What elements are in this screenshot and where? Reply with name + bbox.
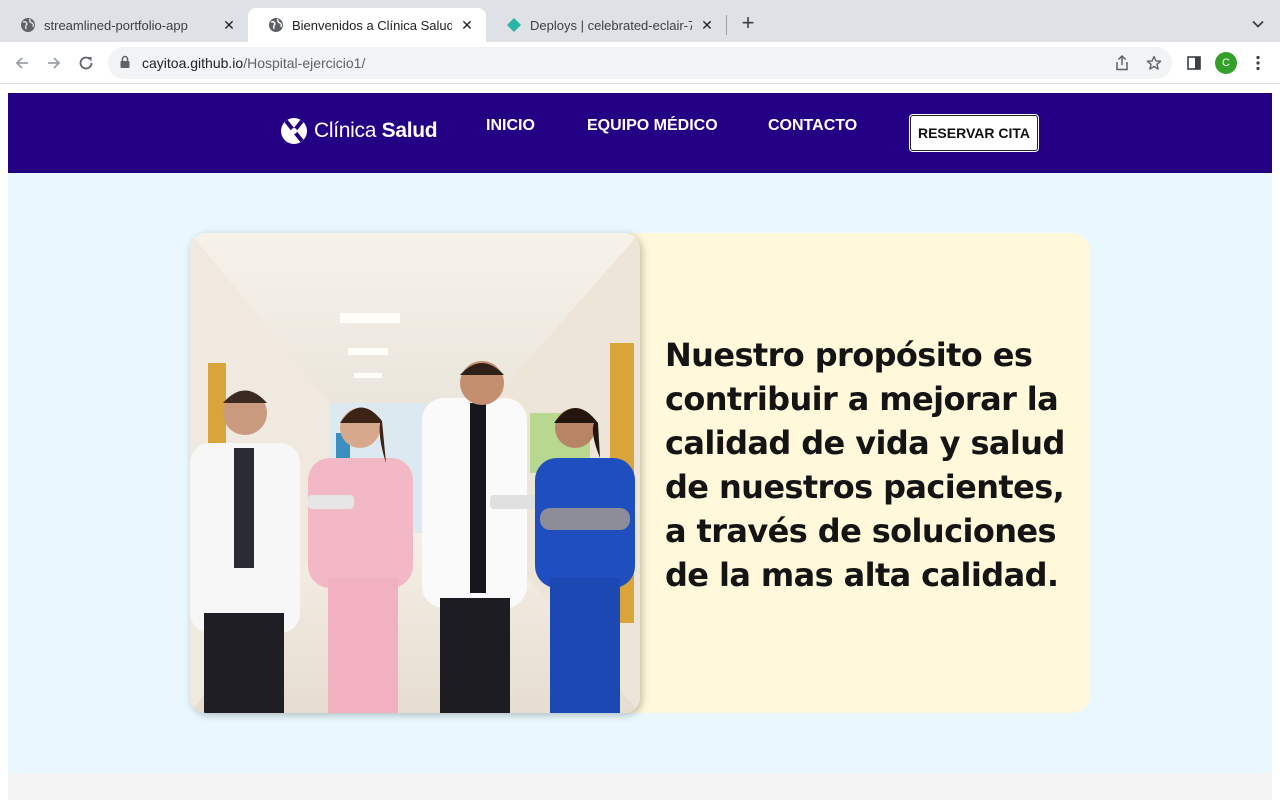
forward-arrow-icon[interactable] xyxy=(42,51,66,75)
bookmark-star-icon[interactable] xyxy=(1145,54,1163,72)
nav-link-contacto[interactable]: CONTACTO xyxy=(768,117,857,135)
tab-streamlined-portfolio[interactable]: streamlined-portfolio-app ✕ xyxy=(0,8,248,42)
logo-text-bold: Salud xyxy=(381,119,438,142)
nav-link-inicio[interactable]: INICIO xyxy=(486,117,535,135)
more-menu-icon[interactable] xyxy=(1246,51,1270,75)
nav-link-equipo-medico[interactable]: EQUIPO MÉDICO xyxy=(587,117,718,135)
tab-title: Bienvenidos a Clínica Salud xyxy=(292,17,452,33)
tab-strip: streamlined-portfolio-app ✕ Bienvenidos … xyxy=(0,0,1280,42)
close-tab-icon[interactable]: ✕ xyxy=(698,16,716,34)
url-text: cayitoa.github.io/Hospital-ejercicio1/ xyxy=(142,55,365,71)
site-logo[interactable]: Clínica Salud xyxy=(280,115,438,147)
medical-team-photo xyxy=(190,233,640,713)
url-host: cayitoa.github.io xyxy=(142,55,244,71)
browser-toolbar: cayitoa.github.io/Hospital-ejercicio1/ C xyxy=(0,42,1280,84)
url-path: /Hospital-ejercicio1/ xyxy=(243,55,366,71)
reservar-cita-button[interactable]: RESERVAR CITA xyxy=(910,115,1038,151)
share-icon[interactable] xyxy=(1113,54,1131,72)
new-tab-button[interactable]: + xyxy=(736,12,760,36)
tab-title: Deploys | celebrated-eclair-7b xyxy=(530,17,692,33)
address-bar[interactable]: cayitoa.github.io/Hospital-ejercicio1/ xyxy=(108,47,1172,79)
next-section-band xyxy=(8,773,1272,800)
tab-search-chevron-icon[interactable] xyxy=(1248,14,1268,34)
page-viewport: Clínica Salud INICIO EQUIPO MÉDICO CONTA… xyxy=(0,85,1280,800)
lock-icon xyxy=(120,55,134,71)
globe-icon xyxy=(20,17,36,33)
tab-title: streamlined-portfolio-app xyxy=(44,17,188,33)
profile-avatar[interactable]: C xyxy=(1215,52,1237,74)
mission-card: Nuestro propósito es contribuir a mejora… xyxy=(190,233,1090,713)
netlify-icon xyxy=(506,17,522,33)
back-arrow-icon[interactable] xyxy=(10,51,34,75)
logo-text-light: Clínica xyxy=(314,119,377,142)
clinica-logo-icon xyxy=(281,118,307,144)
mission-statement: Nuestro propósito es contribuir a mejora… xyxy=(665,336,1065,594)
tab-clinica-salud[interactable]: Bienvenidos a Clínica Salud ✕ xyxy=(248,8,486,42)
tab-separator xyxy=(726,15,727,35)
tab-netlify-deploys[interactable]: Deploys | celebrated-eclair-7b ✕ xyxy=(486,8,726,42)
globe-icon xyxy=(268,17,284,33)
reload-icon[interactable] xyxy=(74,51,98,75)
site-navbar: Clínica Salud INICIO EQUIPO MÉDICO CONTA… xyxy=(8,93,1272,173)
logo-text: Clínica Salud xyxy=(314,119,438,143)
side-panel-icon[interactable] xyxy=(1182,51,1206,75)
close-tab-icon[interactable]: ✕ xyxy=(220,16,238,34)
hero-section: Nuestro propósito es contribuir a mejora… xyxy=(8,173,1272,773)
close-tab-icon[interactable]: ✕ xyxy=(458,16,476,34)
